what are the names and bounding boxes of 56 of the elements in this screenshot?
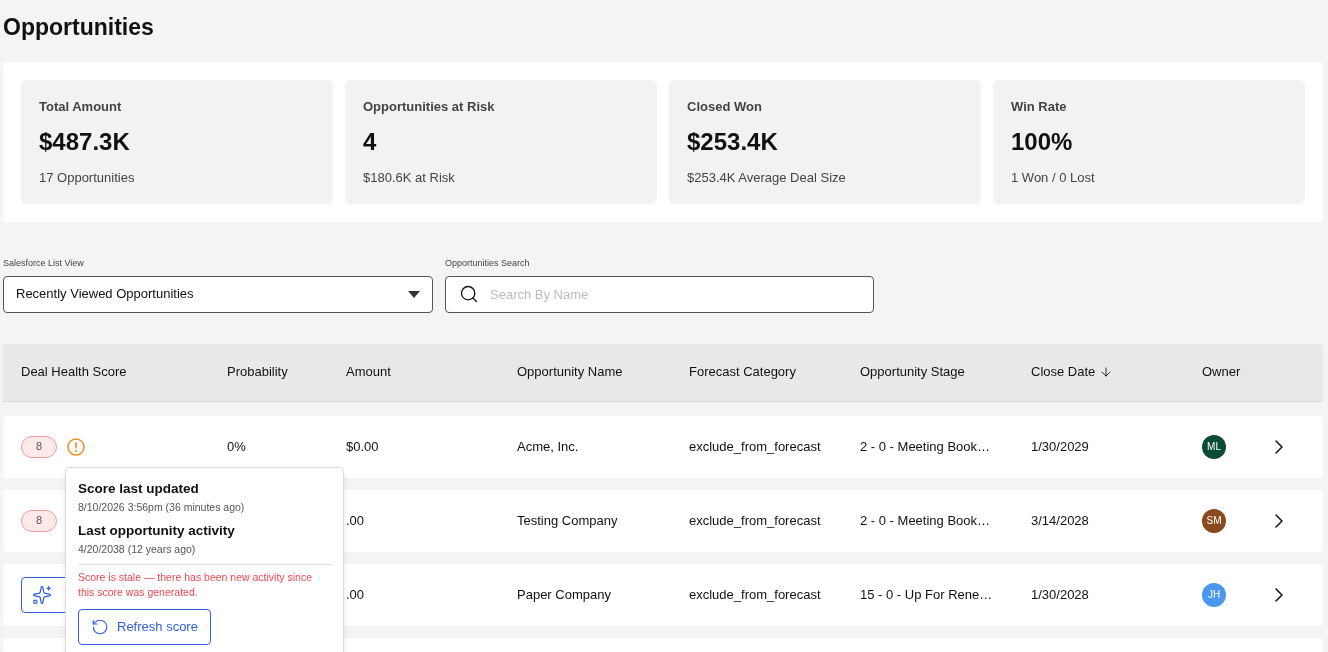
owner-avatar: JH [1202,582,1226,607]
table-cell-text: exclude_from_forecast [689,585,821,604]
table-cell-text: Testing Company [517,511,618,530]
table-cell-text: 1/30/2029 [1031,437,1089,456]
score-badge[interactable]: 8 [21,509,57,532]
table-cell-text: 2 - 0 - Meeting Book… [860,511,991,530]
score-badge[interactable]: 8 [21,435,57,458]
page-title: Opportunities [3,13,154,42]
list-view-dropdown[interactable]: Recently Viewed Opportunities [3,275,433,313]
table-cell-text: .00 [346,585,365,604]
table-cell-text: 15 - 0 - Up For Rene… [860,585,993,604]
stat-subtext: 17 Opportunities [39,168,135,187]
refresh-icon [91,617,109,636]
stat-value: $487.3K [39,126,130,157]
table-cell-text: 3/14/2028 [1031,511,1089,530]
stat-label: Opportunities at Risk [363,98,495,116]
stat-label: Closed Won [687,98,762,116]
stat-subtext: 1 Won / 0 Lost [1011,168,1095,187]
table-cell-text: 0% [227,437,246,456]
stat-value: 100% [1011,126,1073,157]
column-header[interactable]: Amount [346,362,391,382]
column-header[interactable]: Forecast Category [689,362,796,382]
stat-label: Total Amount [39,98,122,116]
popover-heading: Last opportunity activity [78,521,235,540]
column-header[interactable]: Close Date [1031,362,1114,382]
stat-label: Win Rate [1011,98,1067,116]
popover-detail: 8/10/2026 3:56pm (36 minutes ago) [78,500,245,515]
sparkle-icon [32,584,52,605]
table-cell-text: exclude_from_forecast [689,437,821,456]
dropdown-caret-icon [408,290,420,298]
column-header[interactable]: Owner [1202,362,1241,382]
stale-warning: Score is stale — there has been new activity since this score was generated. [78,569,314,600]
column-header[interactable]: Opportunity Name [517,362,623,382]
table-cell-text: 2 - 0 - Meeting Book… [860,437,991,456]
column-header[interactable]: Opportunity Stage [860,362,965,382]
search-icon [459,283,479,304]
table-cell-text: 1/30/2028 [1031,585,1089,604]
table-cell-text: Acme, Inc. [517,437,579,456]
stat-subtext: $253.4K Average Deal Size [687,168,846,187]
warning-icon[interactable] [67,437,85,456]
search-field[interactable]: Search By Name [445,275,874,313]
stat-subtext: $180.6K at Risk [363,168,455,187]
stat-value: $253.4K [687,126,778,157]
field-label: Salesforce List View [3,257,84,270]
table-row[interactable]: 8 0% $0.00 Acme, Inc. exclude_from_forecast 2 - 0 - Meeting Book… 1/30/2029 ML [3,415,1323,478]
owner-avatar: SM [1202,508,1226,533]
column-header[interactable]: Deal Health Score [21,362,127,382]
refresh-score-button[interactable]: Refresh score [78,608,211,645]
table-cell-text: $0.00 [346,437,379,456]
stat-value: 4 [363,126,377,157]
table-cell-text: Paper Company [517,585,611,604]
field-label: Opportunities Search [445,257,530,270]
column-header[interactable]: Probability [227,362,288,382]
table-cell-text: exclude_from_forecast [689,511,821,530]
table-cell-text: .00 [346,511,365,530]
owner-avatar: ML [1202,434,1226,459]
